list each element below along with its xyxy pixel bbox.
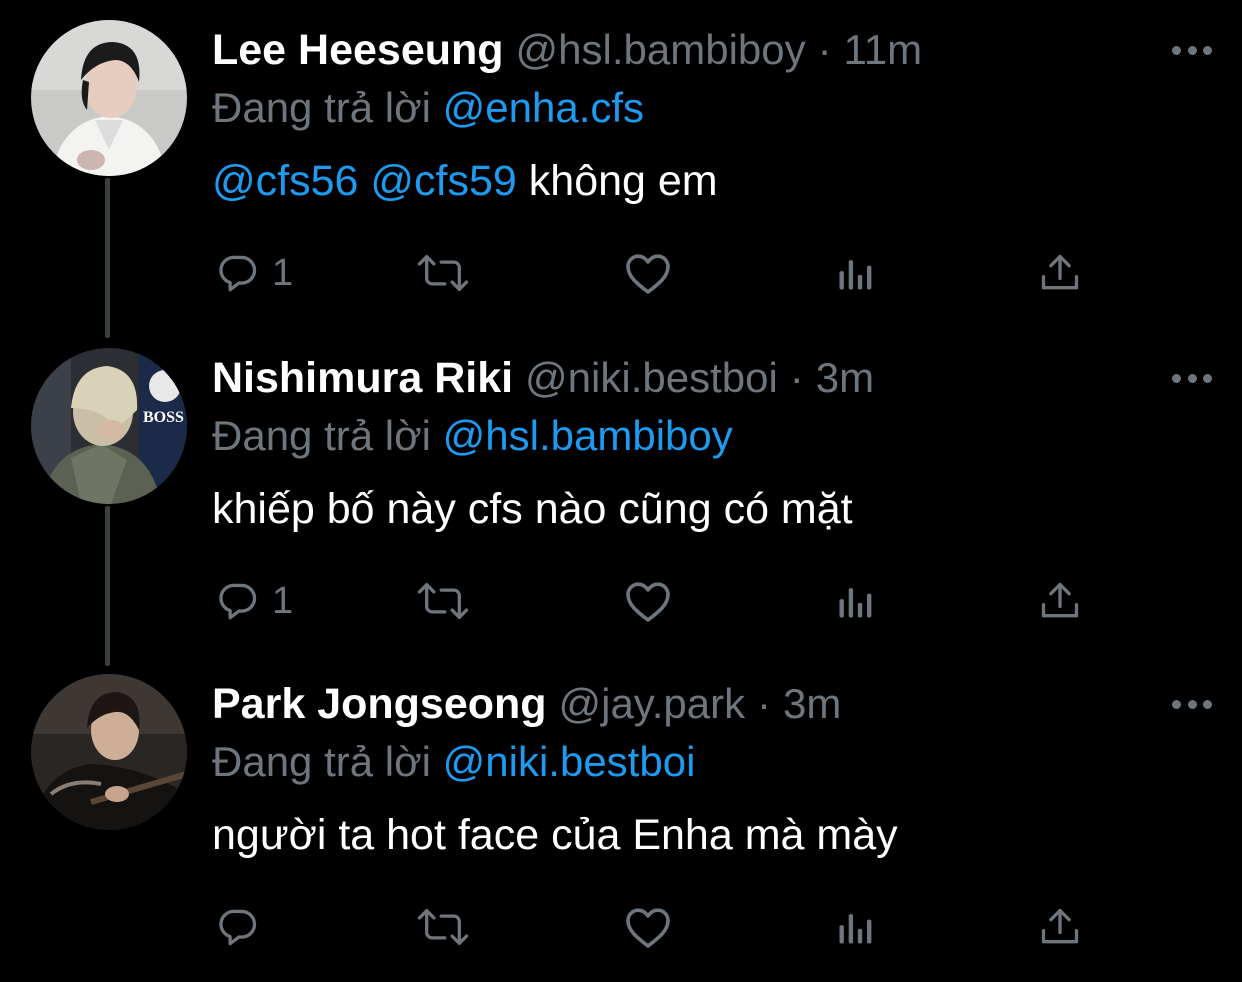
tweet-text: người ta hot face của Enha mà mày [212, 806, 898, 864]
analytics-button[interactable] [834, 576, 878, 626]
retweet-icon [417, 583, 469, 619]
share-icon [1041, 582, 1079, 618]
display-name[interactable]: Lee Heeseung [212, 26, 504, 74]
retweet-icon [417, 255, 469, 291]
share-button[interactable] [1038, 248, 1082, 298]
replying-to-label: Đang trả lời [212, 738, 431, 785]
display-name[interactable]: Park Jongseong [212, 680, 547, 728]
tweet-text-content: không em [528, 157, 718, 205]
share-icon [1041, 908, 1079, 944]
analytics-button[interactable] [834, 248, 878, 298]
mention-link[interactable]: @cfs56 [212, 157, 358, 205]
timestamp[interactable]: 11m [844, 26, 923, 73]
like-icon [626, 254, 670, 294]
mention-link[interactable]: @cfs59 [370, 157, 516, 205]
timestamp[interactable]: 3m [783, 680, 841, 727]
avatar[interactable] [31, 674, 187, 830]
replying-to-handle[interactable]: @niki.bestboi [443, 738, 696, 785]
replying-to-label: Đang trả lời [212, 84, 431, 131]
timestamp[interactable]: 3m [816, 354, 874, 401]
tweet-header: Nishimura Riki @niki.bestboi · 3m [212, 350, 874, 406]
tweet-actions [212, 880, 1092, 972]
tweet[interactable]: Park Jongseong @jay.park · 3m Đang trả l… [0, 654, 1242, 982]
tweet-text: khiếp bố này cfs nào cũng có mặt [212, 480, 853, 538]
username-handle[interactable]: @jay.park [558, 680, 745, 727]
tweet-text-content: người ta hot face của Enha mà mày [212, 811, 898, 859]
tweet[interactable]: BOSS Nishimura Riki @niki.bestboi · 3m Đ… [0, 328, 1242, 656]
analytics-icon [839, 914, 872, 944]
like-icon [626, 908, 670, 948]
tweet-header: Lee Heeseung @hsl.bambiboy · 11m [212, 22, 922, 78]
replying-to: Đang trả lời @niki.bestboi [212, 734, 695, 790]
reply-button[interactable]: 1 [216, 248, 293, 298]
avatar[interactable] [31, 20, 187, 176]
replying-to: Đang trả lời @enha.cfs [212, 80, 644, 136]
analytics-button[interactable] [834, 902, 878, 952]
reply-count: 1 [272, 251, 294, 294]
share-button[interactable] [1038, 576, 1082, 626]
reply-icon [219, 583, 257, 620]
username-handle[interactable]: @niki.bestboi [525, 354, 778, 401]
like-button[interactable] [624, 902, 672, 952]
svg-text:BOSS: BOSS [143, 409, 184, 426]
like-button[interactable] [624, 248, 672, 298]
analytics-icon [839, 588, 872, 618]
more-icon[interactable] [1172, 40, 1212, 60]
tweet-text: @cfs56 @cfs59 không em [212, 152, 718, 210]
tweet-header: Park Jongseong @jay.park · 3m [212, 676, 841, 732]
replying-to-label: Đang trả lời [212, 412, 431, 459]
tweet-actions: 1 [212, 554, 1092, 646]
avatar[interactable]: BOSS [31, 348, 187, 504]
reply-button[interactable]: 1 [216, 576, 293, 626]
more-icon[interactable] [1172, 694, 1212, 714]
reply-count: 1 [272, 579, 294, 622]
reply-icon [219, 255, 257, 292]
tweet[interactable]: Lee Heeseung @hsl.bambiboy · 11m Đang tr… [0, 0, 1242, 328]
retweet-button[interactable] [414, 902, 472, 952]
separator-dot: · [789, 354, 804, 401]
username-handle[interactable]: @hsl.bambiboy [516, 26, 806, 73]
replying-to: Đang trả lời @hsl.bambiboy [212, 408, 733, 464]
tweet-actions: 1 [212, 226, 1092, 318]
like-icon [626, 582, 670, 622]
replying-to-handle[interactable]: @enha.cfs [443, 84, 644, 131]
retweet-icon [417, 909, 469, 945]
like-button[interactable] [624, 576, 672, 626]
more-icon[interactable] [1172, 368, 1212, 388]
tweet-text-content: khiếp bố này cfs nào cũng có mặt [212, 485, 853, 533]
share-icon [1041, 254, 1079, 290]
retweet-button[interactable] [414, 248, 472, 298]
analytics-icon [839, 260, 872, 290]
separator-dot: · [757, 680, 772, 727]
replying-to-handle[interactable]: @hsl.bambiboy [443, 412, 733, 459]
separator-dot: · [817, 26, 832, 73]
reply-icon [219, 909, 257, 946]
retweet-button[interactable] [414, 576, 472, 626]
reply-button[interactable] [216, 902, 272, 952]
share-button[interactable] [1038, 902, 1082, 952]
display-name[interactable]: Nishimura Riki [212, 354, 513, 402]
